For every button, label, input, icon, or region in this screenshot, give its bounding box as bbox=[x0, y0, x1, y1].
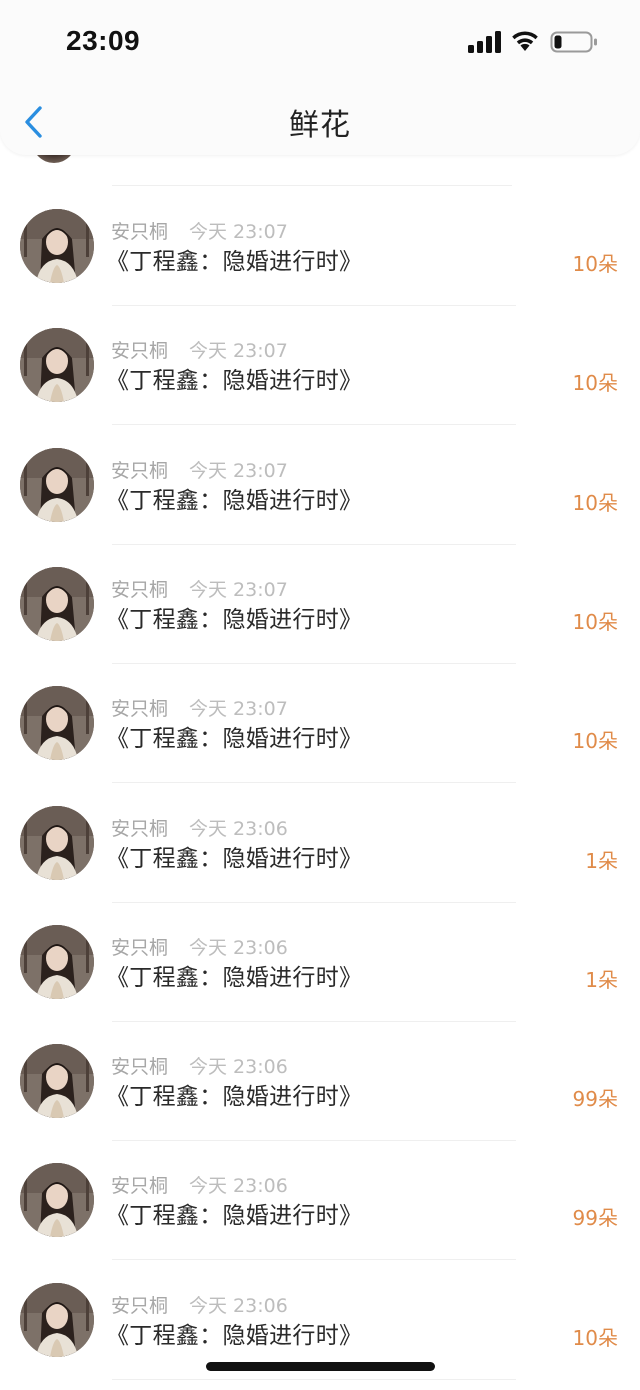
user-name[interactable]: 安只桐 bbox=[111, 336, 168, 363]
book-title[interactable]: 《丁程鑫：隐婚进行时》 bbox=[106, 719, 362, 753]
flower-count: 1朵 bbox=[585, 967, 618, 992]
avatar-image bbox=[20, 447, 94, 522]
user-name[interactable]: 安只桐 bbox=[111, 1171, 168, 1198]
list-item[interactable]: 安只桐 今天 23:06 《丁程鑫：隐婚进行时》 99朵 bbox=[0, 1151, 640, 1270]
home-indicator bbox=[206, 1362, 435, 1371]
flower-count: 10朵 bbox=[572, 1325, 618, 1350]
divider bbox=[112, 543, 516, 545]
book-title[interactable]: 《丁程鑫：隐婚进行时》 bbox=[106, 600, 362, 634]
user-name[interactable]: 安只桐 bbox=[111, 456, 168, 483]
flower-count: 10朵 bbox=[572, 371, 618, 396]
timestamp: 今天 23:07 bbox=[189, 221, 288, 243]
list-item[interactable]: 安只桐 今天 23:06 《丁程鑫：隐婚进行时》 99朵 bbox=[0, 1032, 640, 1151]
battery-low-icon bbox=[550, 31, 597, 53]
list-item[interactable]: 安只桐 今天 23:07 《丁程鑫：隐婚进行时》 10朵 bbox=[0, 555, 640, 674]
avatar[interactable] bbox=[20, 1044, 94, 1119]
avatar-image bbox=[20, 805, 94, 880]
user-name[interactable]: 安只桐 bbox=[111, 1291, 168, 1318]
timestamp: 今天 23:06 bbox=[189, 936, 288, 959]
divider bbox=[112, 901, 516, 903]
user-name[interactable]: 安只桐 bbox=[111, 814, 168, 841]
divider bbox=[112, 1020, 516, 1022]
user-name[interactable]: 安只桐 bbox=[111, 694, 168, 721]
timestamp: 今天 23:06 bbox=[189, 1175, 288, 1198]
avatar[interactable] bbox=[20, 328, 94, 403]
divider bbox=[112, 305, 516, 306]
user-name[interactable]: 安只桐 bbox=[111, 217, 168, 244]
cellular-signal-icon bbox=[468, 31, 501, 53]
timestamp: 今天 23:07 bbox=[189, 698, 288, 721]
timestamp: 今天 23:06 bbox=[189, 817, 288, 840]
header: 23:09 鲜花 bbox=[0, 0, 640, 155]
timestamp: 今天 23:06 bbox=[189, 1294, 288, 1317]
avatar[interactable] bbox=[20, 209, 94, 283]
flower-count: 10朵 bbox=[572, 252, 618, 276]
list-item[interactable]: 安只桐 今天 23:07 《丁程鑫：隐婚进行时》 10朵 bbox=[0, 674, 640, 793]
avatar[interactable] bbox=[20, 566, 94, 641]
flower-count: 99朵 bbox=[572, 1087, 618, 1112]
divider bbox=[112, 782, 516, 784]
book-title[interactable]: 《丁程鑫：隐婚进行时》 bbox=[106, 242, 362, 276]
avatar-image bbox=[20, 566, 94, 641]
divider bbox=[112, 1140, 516, 1142]
book-title[interactable]: 《丁程鑫：隐婚进行时》 bbox=[106, 1077, 362, 1111]
book-title[interactable]: 《丁程鑫：隐婚进行时》 bbox=[106, 958, 362, 992]
avatar-image bbox=[20, 328, 94, 403]
timestamp: 今天 23:06 bbox=[189, 1056, 288, 1079]
avatar-image bbox=[20, 1282, 94, 1357]
flower-count: 10朵 bbox=[572, 490, 618, 515]
divider bbox=[112, 662, 516, 664]
list-item[interactable]: 安只桐 今天 23:07 《丁程鑫：隐婚进行时》 10朵 bbox=[0, 316, 640, 435]
book-title[interactable]: 《丁程鑫：隐婚进行时》 bbox=[106, 481, 362, 515]
list-item[interactable]: 安只桐 今天 23:06 《丁程鑫：隐婚进行时》 10朵 bbox=[0, 1271, 640, 1390]
book-title[interactable]: 《丁程鑫：隐婚进行时》 bbox=[106, 1196, 362, 1230]
divider bbox=[112, 185, 512, 186]
avatar[interactable] bbox=[20, 924, 94, 999]
flower-count: 10朵 bbox=[572, 609, 618, 634]
avatar[interactable] bbox=[20, 805, 94, 880]
list-item[interactable]: 安只桐 今天 23:06 《丁程鑫：隐婚进行时》 1朵 bbox=[0, 794, 640, 913]
avatar[interactable] bbox=[20, 447, 94, 522]
list-item[interactable]: 安只桐 今天 23:06 《丁程鑫：隐婚进行时》 1朵 bbox=[0, 913, 640, 1032]
divider bbox=[112, 1378, 516, 1380]
user-name[interactable]: 安只桐 bbox=[111, 1052, 168, 1079]
avatar[interactable] bbox=[20, 686, 94, 761]
divider bbox=[112, 1259, 516, 1261]
flower-count: 10朵 bbox=[572, 729, 618, 754]
list-item[interactable]: 安只桐 今天 23:07 《丁程鑫：隐婚进行时》 10朵 bbox=[0, 197, 640, 316]
timestamp: 今天 23:07 bbox=[189, 340, 288, 363]
divider bbox=[112, 424, 516, 426]
avatar[interactable] bbox=[20, 1282, 94, 1357]
list-item[interactable]: 安只桐 今天 23:07 《丁程鑫：隐婚进行时》 10朵 bbox=[0, 436, 640, 555]
avatar-image bbox=[20, 1163, 94, 1238]
timestamp: 今天 23:07 bbox=[189, 459, 288, 482]
page-title: 鲜花 bbox=[289, 108, 351, 143]
flower-count: 99朵 bbox=[572, 1206, 618, 1231]
avatar-image bbox=[20, 924, 94, 999]
avatar-image bbox=[20, 209, 94, 283]
flower-count: 1朵 bbox=[585, 848, 618, 873]
user-name[interactable]: 安只桐 bbox=[111, 575, 168, 602]
user-name[interactable]: 安只桐 bbox=[111, 933, 168, 960]
book-title[interactable]: 《丁程鑫：隐婚进行时》 bbox=[106, 839, 362, 873]
wifi-icon bbox=[512, 31, 538, 51]
book-title[interactable]: 《丁程鑫：隐婚进行时》 bbox=[106, 1316, 362, 1350]
avatar[interactable] bbox=[20, 1163, 94, 1238]
status-time: 23:09 bbox=[66, 25, 141, 56]
flower-record-list[interactable]: 安只桐 今天 23:07 《丁程鑫：隐婚进行时》 10朵 安只桐 今天 23:07 《丁程鑫… bbox=[0, 125, 640, 1385]
avatar-image bbox=[20, 686, 94, 761]
timestamp: 今天 23:07 bbox=[189, 578, 288, 601]
book-title[interactable]: 《丁程鑫：隐婚进行时》 bbox=[106, 361, 362, 395]
avatar-image bbox=[20, 1044, 94, 1119]
